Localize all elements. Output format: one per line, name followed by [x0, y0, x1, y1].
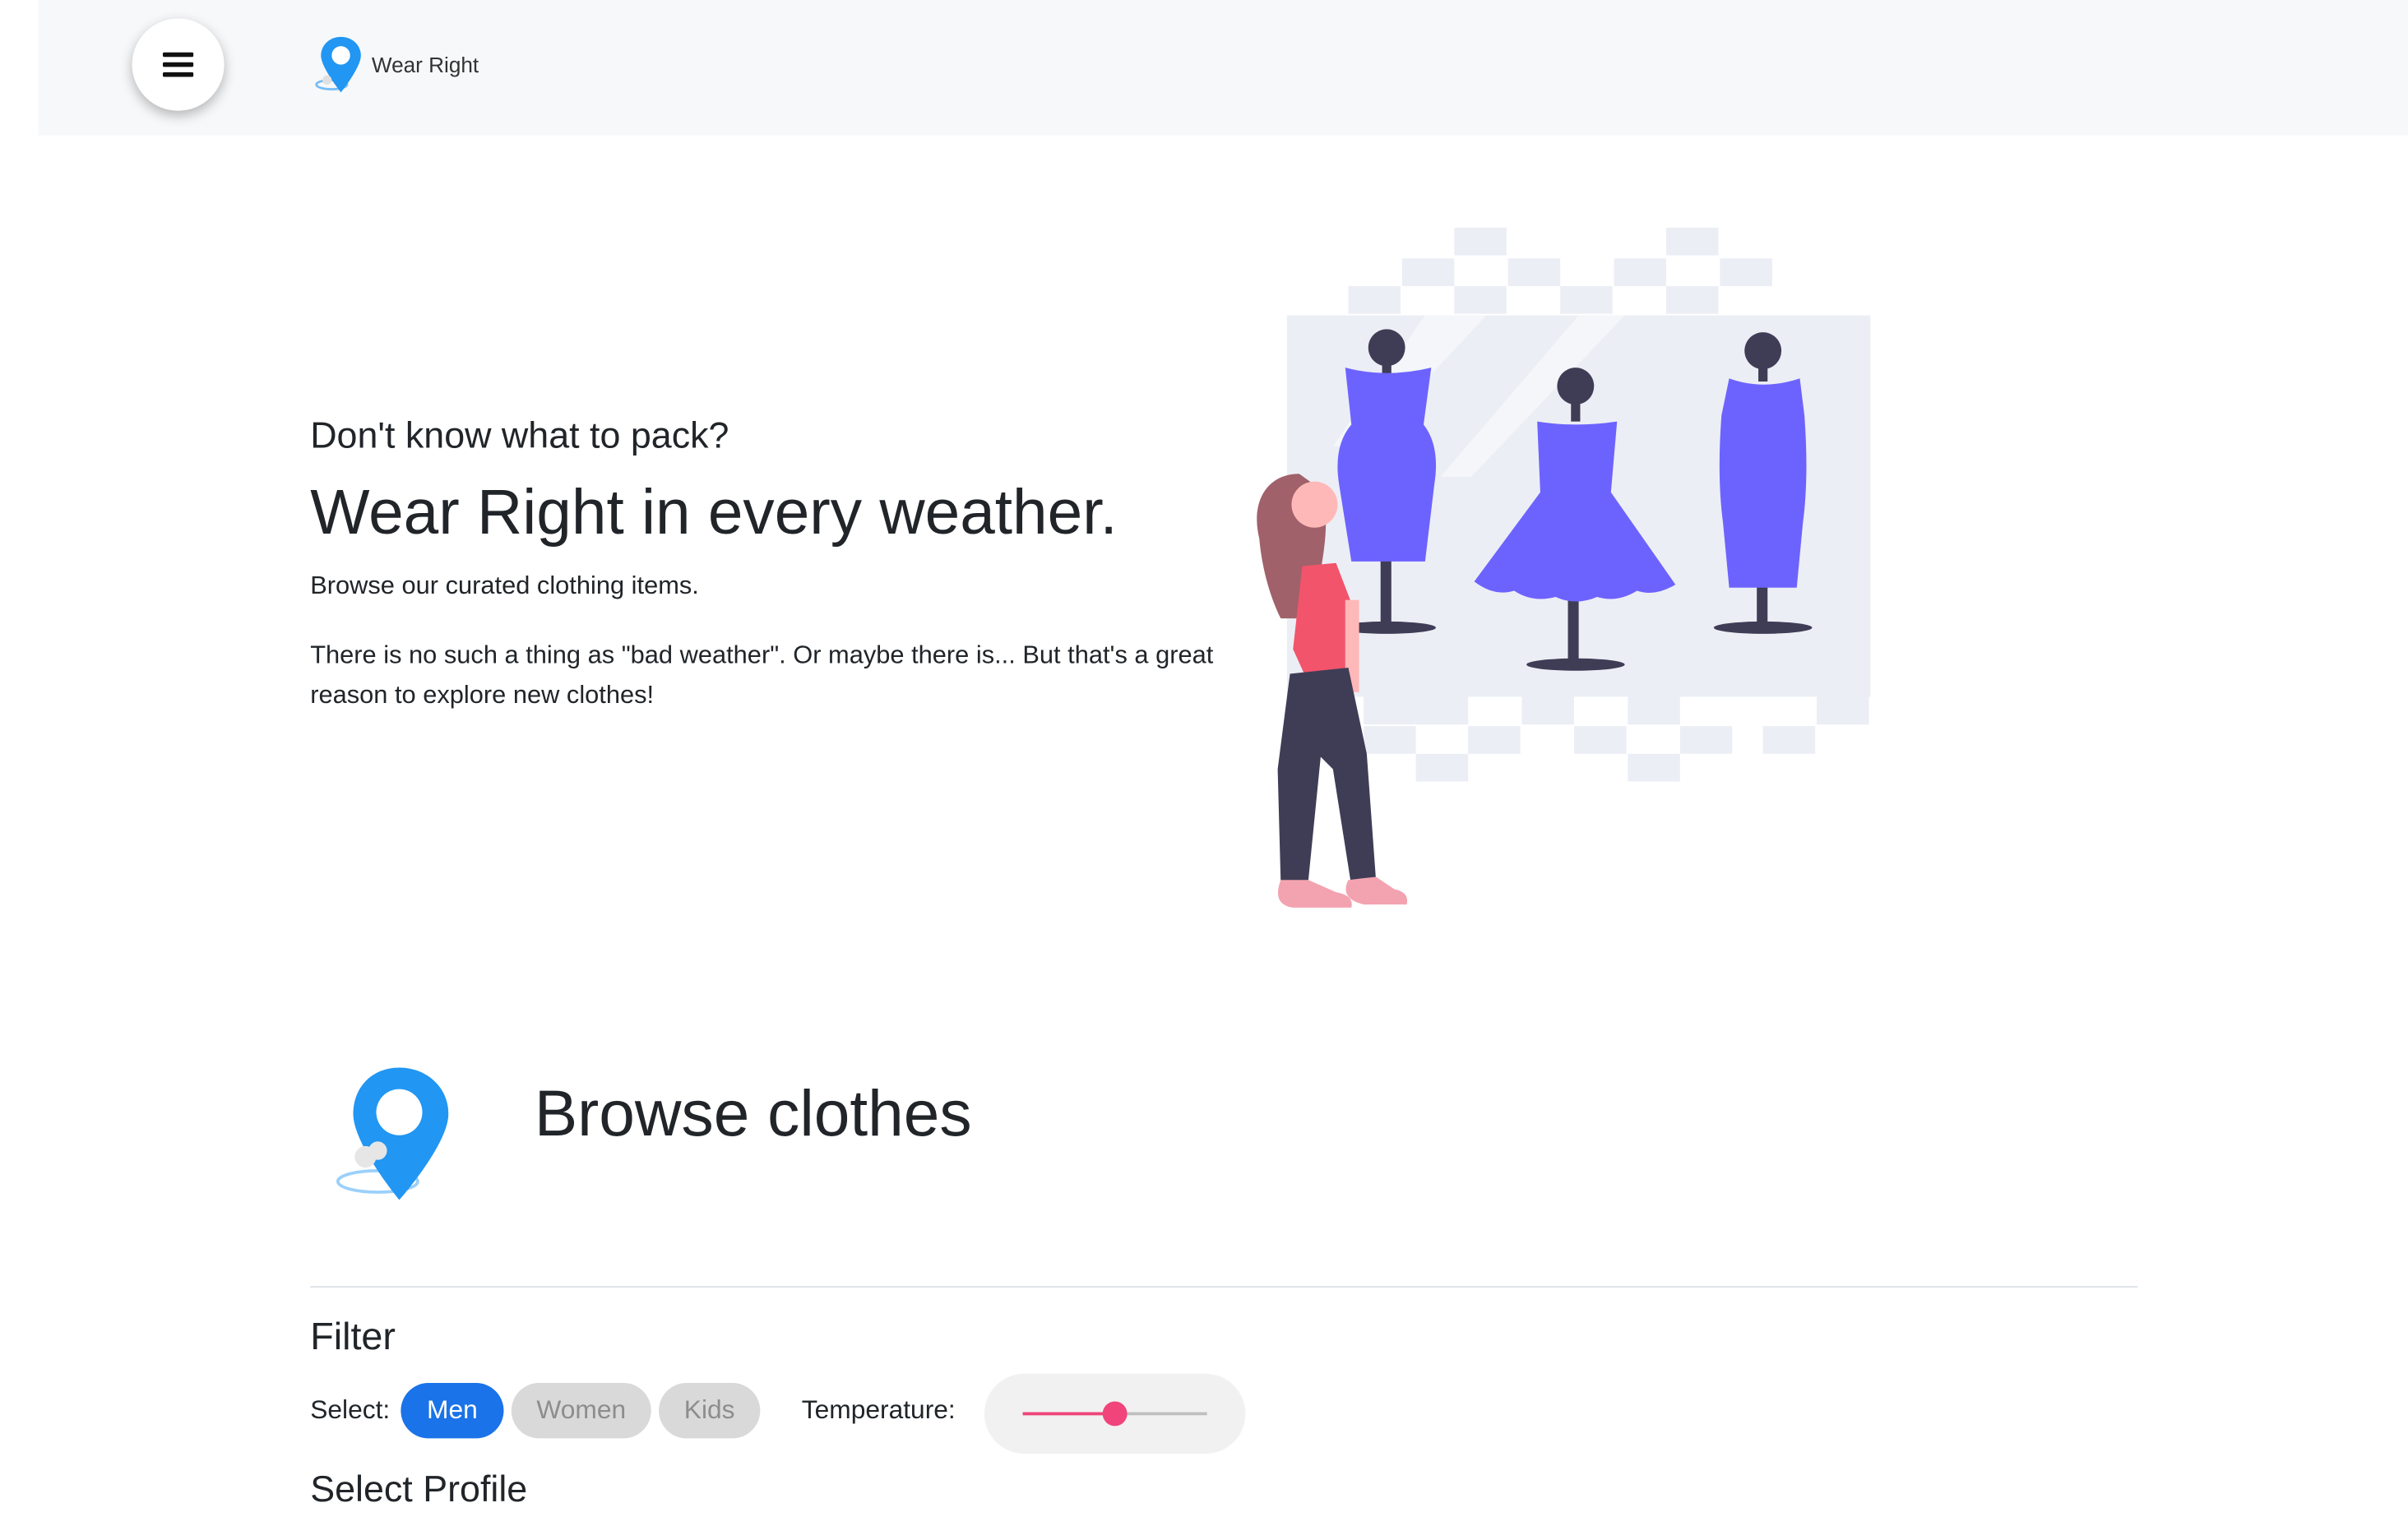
hero-text: There is no such a thing as "bad weather… [310, 641, 1214, 710]
filter-men-button[interactable]: Men [401, 1383, 504, 1439]
hero-title: Wear Right in every weather. [310, 477, 1118, 548]
section-divider [310, 1286, 2138, 1288]
filter-women-button[interactable]: Women [511, 1383, 651, 1439]
page: Wear Right Don't know what to pack? Wear… [0, 0, 2408, 1526]
browse-title: Browse clothes [534, 1076, 972, 1149]
location-pin-icon [336, 1067, 449, 1200]
location-pin-icon [315, 36, 361, 93]
filter-kids-button[interactable]: Kids [659, 1383, 761, 1439]
brand-logo-link[interactable]: Wear Right [312, 34, 479, 95]
temperature-slider[interactable] [984, 1373, 1246, 1454]
select-label: Select: [310, 1394, 391, 1425]
select-profile-title: Select Profile [310, 1468, 528, 1511]
hero-lead: Browse our curated clothing items. [310, 572, 699, 600]
slider-thumb[interactable] [1102, 1401, 1128, 1427]
hero-subtitle: Don't know what to pack? [310, 415, 729, 457]
menu-button[interactable] [132, 18, 225, 111]
hamburger-icon [162, 52, 194, 77]
temperature-label: Temperature: [801, 1394, 956, 1425]
woman-looking-at-dresses-illustration [1257, 227, 1871, 908]
brand-name: Wear Right [371, 52, 479, 77]
slider-fill [1022, 1412, 1115, 1416]
filter-title: Filter [310, 1315, 396, 1359]
